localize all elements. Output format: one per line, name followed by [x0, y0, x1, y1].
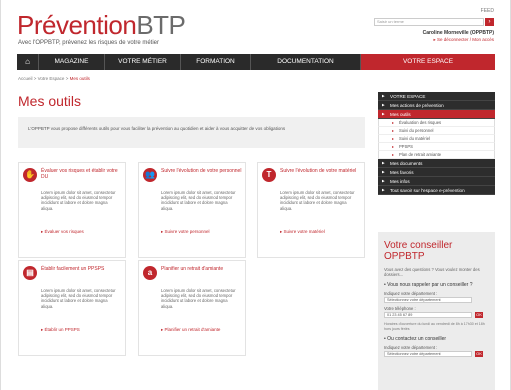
card-body: Lorem ipsum dolor sit amet, consectetur …	[161, 190, 236, 211]
dept-select-2[interactable]: Sélectionnez votre département	[384, 351, 472, 358]
nav-item-magazine[interactable]: MAGAZINE	[39, 54, 105, 70]
sidebar-item-mes-outils[interactable]: Mes outils	[378, 110, 495, 119]
hand-icon: ✋	[23, 168, 37, 182]
sidebar-item-documents[interactable]: Mes documents	[378, 159, 495, 168]
tool-card-ppsps: ▤ Établir facilement un PPSPS Lorem ipsu…	[18, 260, 126, 356]
tool-card-risques: ✋ Évaluer vos risques et établir votre D…	[18, 162, 126, 258]
sidebar-item-actions[interactable]: Mes actions de prévention	[378, 101, 495, 110]
card-body: Lorem ipsum dolor sit amet, consectetur …	[41, 190, 116, 211]
breadcrumb-home[interactable]: Accueil	[18, 76, 33, 81]
advisor-question: Vous avez des questions ? Vous voulez mo…	[384, 267, 480, 277]
page-title: Mes outils	[18, 93, 82, 109]
document-icon: ▤	[23, 266, 37, 280]
user-name: Caroline Morneville (OPPBTP)	[422, 30, 494, 36]
card-title[interactable]: Évaluer vos risques et établir votre DU	[41, 168, 123, 180]
nav-item-documentation[interactable]: DOCUMENTATION	[251, 54, 361, 70]
card-link[interactable]: Planifier un retrait d'amiante	[161, 327, 221, 333]
dept-label: Indiquez votre département :	[384, 291, 438, 296]
site-logo[interactable]: PréventionBTP	[17, 10, 186, 41]
sidebar-item-votre-espace[interactable]: VOTRE ESPACE	[378, 92, 495, 101]
logout-link[interactable]: ▸ Se déconnecter / Mon accès	[433, 37, 494, 43]
feedback-link[interactable]: FEED	[481, 8, 494, 14]
advisor-heading-callback: • Vous nous rappeler par un conseiller ?	[384, 282, 473, 288]
sidebar-subitem-materiel[interactable]: Suivi du matériel	[378, 135, 495, 143]
search-input[interactable]: Saisir un terme	[374, 18, 484, 26]
phone-label: Votre téléphone :	[384, 306, 416, 311]
intro-text: L'OPPBTP vous propose différents outils …	[18, 117, 365, 148]
nav-item-votre-espace[interactable]: VOTRE ESPACE	[361, 54, 495, 70]
main-nav: ⌂ MAGAZINE VOTRE MÉTIER FORMATION DOCUME…	[17, 54, 495, 70]
header-tools: FEED Saisir un terme › Caroline Mornevil…	[344, 8, 494, 48]
nav-item-votre-metier[interactable]: VOTRE MÉTIER	[105, 54, 181, 70]
sidebar-subitem-ppsps[interactable]: PPSPS	[378, 143, 495, 151]
tool-card-amiante: a Planifier un retrait d'amiante Lorem i…	[138, 260, 246, 356]
sidebar-item-tout-savoir[interactable]: Tout savoir sur l'espace e-prévention	[378, 186, 495, 195]
card-title[interactable]: Suivre l'évolution de votre matériel	[280, 168, 362, 174]
page: PréventionBTP Avec l'OPPBTP, prévenez le…	[0, 0, 511, 390]
dept-select[interactable]: Sélectionnez votre département	[384, 297, 472, 303]
card-link[interactable]: Suivre votre personnel	[161, 229, 210, 235]
tool-icon: T	[262, 168, 276, 182]
card-title[interactable]: Suivre l'évolution de votre personnel	[161, 168, 243, 174]
dept-label-2: Indiquez votre département :	[384, 345, 438, 351]
search-button[interactable]: ›	[485, 18, 494, 26]
sidebar-item-infos[interactable]: Mes infos	[378, 177, 495, 186]
card-title[interactable]: Établir facilement un PPSPS	[41, 266, 123, 272]
site-tagline: Avec l'OPPBTP, prévenez les risques de v…	[18, 40, 159, 46]
at-icon: a	[143, 266, 157, 280]
sidebar-subitem-personnel[interactable]: Suivi du personnel	[378, 127, 495, 135]
phone-input[interactable]: 01 23 45 67 89	[384, 312, 472, 318]
sidebar-menu: VOTRE ESPACE Mes actions de prévention M…	[378, 92, 495, 195]
callback-submit-button[interactable]: OK	[475, 312, 483, 318]
advisor-title: Votre conseiller OPPBTP	[384, 240, 453, 262]
people-icon: 👥	[143, 168, 157, 182]
advisor-note: Horaires d'ouverture du lundi au vendred…	[384, 322, 485, 331]
breadcrumb-espace[interactable]: Votre Espace	[38, 76, 65, 81]
home-icon[interactable]: ⌂	[17, 54, 39, 70]
card-link[interactable]: Évaluer vos risques	[41, 229, 84, 235]
advisor-panel: Votre conseiller OPPBTP Vous avez des qu…	[378, 232, 495, 390]
breadcrumb: Accueil > Votre Espace > Mes outils	[18, 76, 90, 81]
advisor-heading-contact: • Ou contactez un conseiller	[384, 336, 447, 343]
contact-submit-button[interactable]: OK	[475, 351, 483, 358]
card-link[interactable]: Établir un PPSPS	[41, 327, 80, 333]
card-title[interactable]: Planifier un retrait d'amiante	[161, 266, 243, 272]
tool-card-materiel: T Suivre l'évolution de votre matériel L…	[257, 162, 365, 258]
tool-card-personnel: 👥 Suivre l'évolution de votre personnel …	[138, 162, 246, 258]
sidebar-subitem-amiante[interactable]: Plan de retrait amiante	[378, 151, 495, 159]
card-body: Lorem ipsum dolor sit amet, consectetur …	[41, 288, 116, 309]
sidebar-subitem-evaluation[interactable]: Évaluation des risques	[378, 119, 495, 127]
card-body: Lorem ipsum dolor sit amet, consectetur …	[280, 190, 355, 211]
nav-item-formation[interactable]: FORMATION	[181, 54, 251, 70]
card-link[interactable]: Suivre votre matériel	[280, 229, 325, 235]
card-body: Lorem ipsum dolor sit amet, consectetur …	[161, 288, 236, 309]
sidebar-item-favoris[interactable]: Mes favoris	[378, 168, 495, 177]
breadcrumb-current: Mes outils	[69, 76, 90, 81]
